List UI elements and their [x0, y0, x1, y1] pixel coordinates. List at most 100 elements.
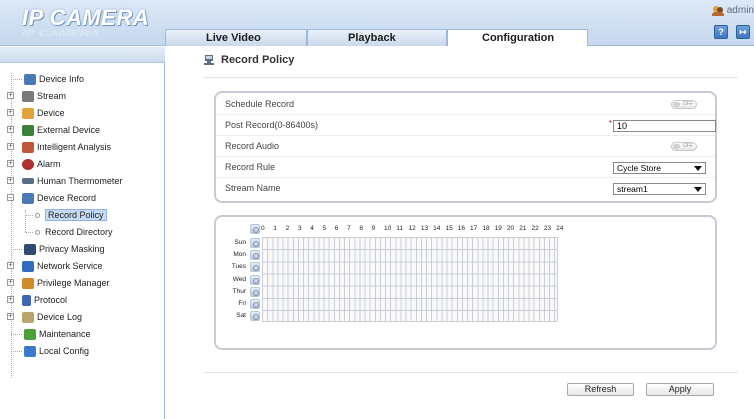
- schedule-record-toggle[interactable]: OFF: [671, 100, 697, 109]
- sidebar-item-maintenance[interactable]: Maintenance: [11, 327, 91, 341]
- hour-label: 12: [408, 225, 416, 232]
- select-value: Cycle Store: [617, 163, 661, 173]
- user-group-icon: [711, 5, 724, 16]
- schedule-panel: 0 1 2 3 4 5 6 7 8 9 10 11 12 13 14 15 16 17 18 19 20 21 22 23 24…: [214, 215, 717, 350]
- chevron-down-icon: [694, 166, 702, 171]
- day-select-icon[interactable]: [250, 274, 260, 285]
- select-all-icon[interactable]: [250, 224, 260, 234]
- hour-label: 0: [261, 225, 265, 232]
- chevron-down-icon: [694, 187, 702, 192]
- sidebar-header-strip: [0, 47, 165, 63]
- sidebar-item-local-config[interactable]: Local Config: [11, 344, 89, 358]
- day-label: Sun: [234, 239, 246, 246]
- hour-label: 21: [519, 225, 527, 232]
- day-select-icon[interactable]: [250, 311, 260, 322]
- sidebar-item-record-policy[interactable]: Record Policy: [25, 208, 107, 222]
- hour-label: 22: [531, 225, 539, 232]
- sidebar-item-label: Alarm: [37, 159, 61, 169]
- device-log-icon: [22, 311, 34, 323]
- tab-live-video[interactable]: Live Video: [165, 29, 307, 46]
- stream-name-select[interactable]: stream1: [613, 183, 706, 195]
- post-record-input[interactable]: 10: [613, 120, 716, 132]
- day-select-icon[interactable]: [250, 250, 260, 261]
- day-select-icon[interactable]: [250, 238, 260, 248]
- day-select-icon[interactable]: [250, 299, 260, 309]
- divider: [203, 77, 738, 78]
- sidebar-item-label: Privacy Masking: [39, 244, 105, 254]
- record-rule-select[interactable]: Cycle Store: [613, 162, 706, 174]
- sidebar-item-record-directory[interactable]: Record Directory: [25, 225, 113, 239]
- sidebar-item-device-log[interactable]: + Device Log: [7, 310, 82, 324]
- day-label: Mon: [233, 251, 246, 259]
- hour-label: 4: [310, 225, 314, 232]
- sidebar-item-protocol[interactable]: + Protocol: [7, 293, 67, 307]
- leaf-icon: [35, 212, 40, 218]
- sidebar-item-label: Stream: [37, 91, 67, 101]
- main-content: Record Policy Schedule Record OFF Post R…: [203, 47, 738, 419]
- stream-name-label: Stream Name: [225, 183, 281, 193]
- sidebar-item-label: Device Record: [37, 193, 97, 203]
- hour-label: 13: [420, 225, 429, 232]
- sidebar-item-label: Local Config: [39, 346, 90, 356]
- expand-icon[interactable]: +: [7, 160, 14, 167]
- day-select-icon[interactable]: [250, 262, 260, 273]
- maintenance-icon: [24, 328, 36, 340]
- hour-label: 2: [285, 225, 290, 232]
- expand-icon[interactable]: +: [7, 126, 14, 133]
- hour-label: 9: [371, 225, 376, 232]
- apply-button[interactable]: Apply: [646, 383, 714, 396]
- hour-label: 8: [359, 225, 363, 232]
- sidebar-item-device-record[interactable]: – Device Record: [7, 191, 96, 205]
- app-logo-reflection: IP CAMERA: [22, 28, 101, 38]
- record-policy-icon: [204, 55, 214, 65]
- record-settings-panel: Schedule Record OFF Post Record(0-86400s…: [214, 91, 717, 203]
- sidebar-item-label: Device Info: [39, 74, 85, 84]
- help-icon[interactable]: ?: [714, 25, 728, 39]
- sidebar-item-device[interactable]: + Device: [7, 106, 65, 120]
- device-record-icon: [22, 192, 34, 204]
- sidebar: Device Info + Stream + Device + External…: [0, 47, 165, 419]
- tab-label: Playback: [348, 32, 396, 44]
- expand-icon[interactable]: +: [7, 296, 14, 303]
- sidebar-item-external-device[interactable]: + External Device: [7, 123, 100, 137]
- sidebar-item-intelligent-analysis[interactable]: + Intelligent Analysis: [7, 140, 111, 154]
- hour-label: 24: [556, 225, 564, 232]
- required-mark: *: [609, 119, 613, 128]
- tab-playback[interactable]: Playback: [307, 29, 447, 46]
- expand-icon[interactable]: +: [7, 313, 14, 320]
- expand-icon[interactable]: +: [7, 262, 14, 269]
- expand-icon[interactable]: +: [7, 279, 14, 286]
- sidebar-item-device-info[interactable]: Device Info: [11, 72, 84, 86]
- hour-label: 10: [383, 225, 392, 232]
- sidebar-item-alarm[interactable]: + Alarm: [7, 157, 61, 171]
- record-audio-toggle[interactable]: OFF: [671, 142, 697, 151]
- expand-icon[interactable]: +: [7, 109, 14, 116]
- hour-label: 5: [322, 225, 327, 232]
- local-config-icon: [24, 345, 36, 357]
- sidebar-item-label: Device: [37, 108, 65, 118]
- logout-icon[interactable]: ↦: [736, 25, 750, 39]
- sidebar-item-privilege-manager[interactable]: + Privilege Manager: [7, 276, 110, 290]
- sidebar-item-stream[interactable]: + Stream: [7, 89, 66, 103]
- refresh-button[interactable]: Refresh: [567, 383, 634, 396]
- collapse-icon[interactable]: –: [7, 194, 14, 201]
- expand-icon[interactable]: +: [7, 177, 14, 184]
- tab-configuration[interactable]: Configuration: [447, 29, 588, 46]
- divider: [216, 135, 715, 136]
- tab-label: Live Video: [206, 32, 261, 44]
- privilege-manager-icon: [22, 277, 34, 289]
- schedule-grid[interactable]: [262, 237, 558, 322]
- expand-icon[interactable]: +: [7, 143, 14, 150]
- sidebar-item-label: Device Log: [37, 312, 83, 322]
- sidebar-item-privacy-masking[interactable]: Privacy Masking: [11, 242, 105, 256]
- user-info: admin: [711, 5, 754, 16]
- sidebar-item-label: Intelligent Analysis: [37, 142, 112, 152]
- network-service-icon: [22, 260, 34, 272]
- sidebar-item-network-service[interactable]: + Network Service: [7, 259, 103, 273]
- day-select-icon[interactable]: [250, 286, 260, 297]
- expand-icon[interactable]: +: [7, 92, 14, 99]
- schedule-record-label: Schedule Record: [225, 99, 295, 109]
- hour-label: 23: [543, 225, 552, 232]
- sidebar-item-human-thermometer[interactable]: + Human Thermometer: [7, 174, 122, 188]
- hour-label: 11: [396, 225, 404, 232]
